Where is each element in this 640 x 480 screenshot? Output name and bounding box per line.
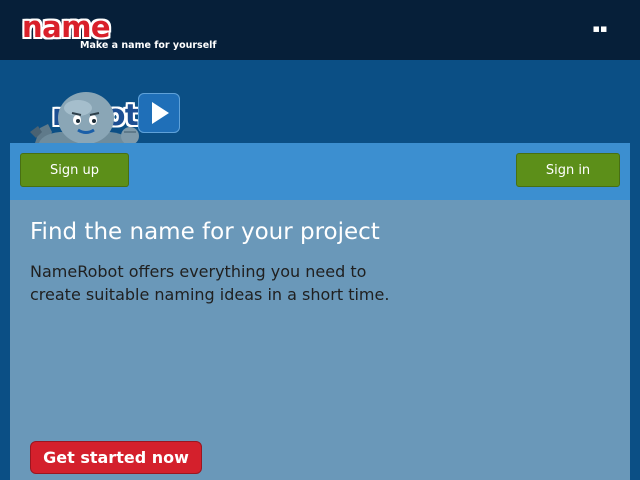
play-video-button[interactable] xyxy=(138,93,180,133)
intro-text-line-1: NameRobot offers everything you need to xyxy=(30,262,367,281)
logo-word-name: name xyxy=(22,10,111,44)
sign-in-button[interactable]: Sign in xyxy=(516,153,620,187)
page-headline: Find the name for your project xyxy=(30,219,380,245)
menu-dots-icon[interactable]: ▪▪ xyxy=(592,23,608,34)
play-icon xyxy=(152,102,169,124)
auth-bar: Sign up Sign in xyxy=(10,143,630,200)
get-started-button[interactable]: Get started now xyxy=(30,441,202,474)
content-panel: Sign up Sign in Find the name for your p… xyxy=(10,143,630,480)
intro-text-line-2: create suitable naming ideas in a short … xyxy=(30,285,390,304)
logo-tagline: Make a name for yourself xyxy=(80,40,217,51)
intro-text: NameRobot offers everything you need to … xyxy=(30,260,450,306)
logo-wordmark: namerobot xyxy=(22,10,139,132)
robot-mascot-icon xyxy=(30,88,142,146)
top-header-bar: namerobot Make a name for yourself ▪▪ xyxy=(0,0,640,132)
sign-up-button[interactable]: Sign up xyxy=(20,153,129,187)
